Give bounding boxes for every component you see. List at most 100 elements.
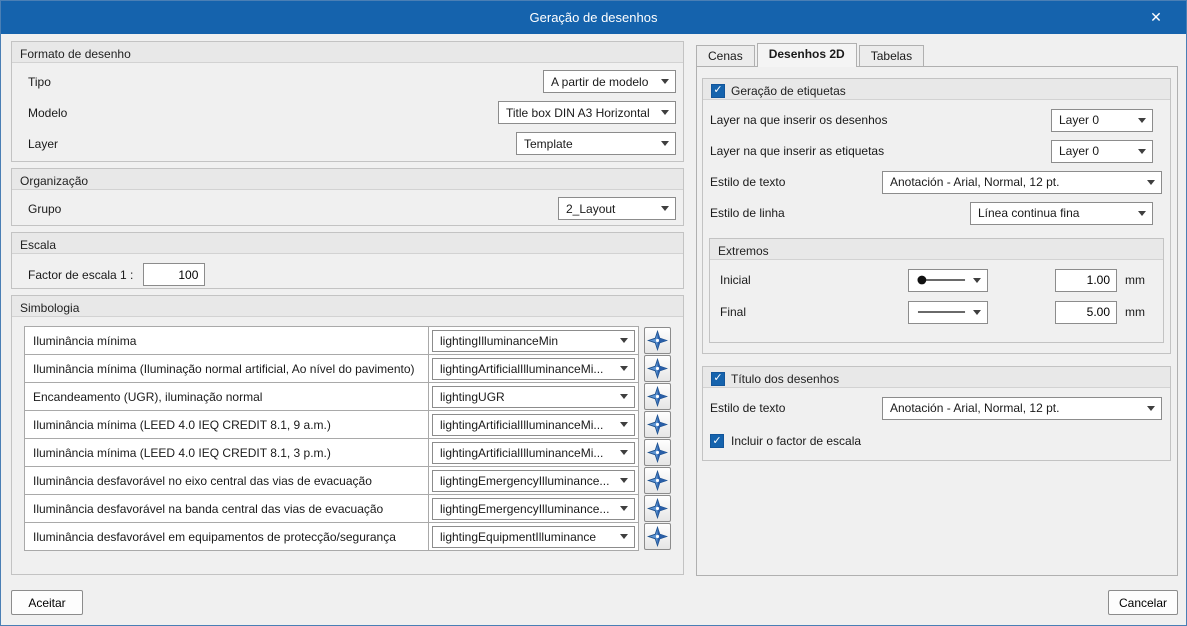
final-mm-input[interactable]: [1055, 300, 1117, 324]
chevron-down-icon: [620, 394, 628, 399]
sym-combobox[interactable]: lightingEquipmentIlluminance: [432, 525, 635, 548]
chevron-down-icon: [620, 422, 628, 427]
tab-cenas[interactable]: Cenas: [696, 45, 755, 67]
row-modelo: Modelo Title box DIN A3 Horizontal: [28, 101, 676, 124]
sym-cell: lightingArtificialIlluminanceMi...: [428, 410, 639, 439]
etiquetas-rows: Layer na que inserir os desenhos Layer 0…: [703, 100, 1170, 234]
sym-combobox[interactable]: lightingIlluminanceMin: [432, 329, 635, 352]
chevron-down-icon: [661, 206, 669, 211]
layer-combobox[interactable]: Template: [516, 132, 676, 155]
sym-combobox[interactable]: lightingArtificialIlluminanceMi...: [432, 357, 635, 380]
tab-tabelas[interactable]: Tabelas: [858, 45, 925, 67]
incluir-escala-checkbox[interactable]: ✓: [710, 434, 724, 448]
sym-value: lightingArtificialIlluminanceMi...: [440, 361, 604, 376]
layer-value: Template: [524, 136, 573, 151]
sym-value: lightingIlluminanceMin: [440, 333, 559, 348]
select-in-model-button[interactable]: [644, 383, 671, 410]
sym-value: lightingEquipmentIlluminance: [440, 529, 597, 544]
right-tabbar: Cenas Desenhos 2D Tabelas: [696, 43, 926, 67]
chevron-down-icon: [1138, 148, 1146, 154]
accept-button[interactable]: Aceitar: [11, 590, 83, 615]
estilo-texto-value: Anotación - Arial, Normal, 12 pt.: [890, 175, 1060, 189]
chevron-down-icon: [973, 277, 981, 283]
table-row: Iluminância mínima (LEED 4.0 IEQ CREDIT …: [24, 438, 683, 467]
inicial-mm-input[interactable]: [1055, 268, 1117, 292]
select-in-model-button[interactable]: [644, 495, 671, 522]
grupo-combobox[interactable]: 2_Layout: [558, 197, 676, 220]
formato-rows: Tipo A partir de modelo Modelo Title box…: [12, 63, 683, 155]
sym-value: lightingEmergencyIlluminance...: [440, 473, 610, 488]
select-in-model-button[interactable]: [644, 327, 671, 354]
select-in-model-button[interactable]: [644, 439, 671, 466]
sym-combobox[interactable]: lightingEmergencyIlluminance...: [432, 497, 635, 520]
incluir-escala-label: Incluir o factor de escala: [731, 434, 862, 448]
extremos-rows: Inicial mm Final: [710, 260, 1163, 342]
final-extremo-combobox[interactable]: [908, 300, 988, 324]
simbologia-table: Iluminância mínima lightingIlluminanceMi…: [12, 317, 683, 551]
compass-icon: [647, 470, 668, 491]
chevron-down-icon: [1138, 210, 1146, 216]
titulo-checkbox[interactable]: ✓: [711, 371, 725, 386]
select-in-model-button[interactable]: [644, 411, 671, 438]
modelo-combobox[interactable]: Title box DIN A3 Horizontal: [498, 101, 676, 124]
table-row: Iluminância mínima (Iluminação normal ar…: [24, 354, 683, 383]
group-etiquetas-header: ✓ Geração de etiquetas: [703, 79, 1170, 100]
estilo-linha-combobox[interactable]: Línea continua fina: [970, 201, 1153, 225]
sym-cell: lightingIlluminanceMin: [428, 326, 639, 355]
sym-cell: lightingEmergencyIlluminance...: [428, 494, 639, 523]
titulo-estilo-texto-value: Anotación - Arial, Normal, 12 pt.: [890, 401, 1060, 415]
sym-combobox[interactable]: lightingUGR: [432, 385, 635, 408]
table-row: Iluminância desfavorável no eixo central…: [24, 466, 683, 495]
sym-label: Iluminância mínima (LEED 4.0 IEQ CREDIT …: [24, 410, 429, 439]
sym-combobox[interactable]: lightingArtificialIlluminanceMi...: [432, 441, 635, 464]
tab-panel-desenhos-2d: ✓ Geração de etiquetas Layer na que inse…: [696, 66, 1178, 576]
chevron-down-icon: [661, 79, 669, 84]
sym-label: Iluminância mínima (Iluminação normal ar…: [24, 354, 429, 383]
chevron-down-icon: [973, 309, 981, 315]
row-inicial: Inicial mm: [720, 268, 1147, 292]
sym-combobox[interactable]: lightingArtificialIlluminanceMi...: [432, 413, 635, 436]
row-layer: Layer Template: [28, 132, 676, 155]
line-symbol-icon: [917, 311, 966, 313]
layer-desenhos-combobox[interactable]: Layer 0: [1051, 108, 1153, 132]
layer-label: Layer: [28, 136, 59, 151]
tab-desenhos-2d[interactable]: Desenhos 2D: [756, 43, 857, 67]
row-factor-escala: Factor de escala 1 :: [12, 254, 683, 286]
estilo-texto-combobox[interactable]: Anotación - Arial, Normal, 12 pt.: [882, 170, 1162, 194]
compass-icon: [647, 358, 668, 379]
group-etiquetas-title: Geração de etiquetas: [731, 83, 846, 98]
row-tipo: Tipo A partir de modelo: [28, 70, 676, 93]
sym-cell: lightingEquipmentIlluminance: [428, 522, 639, 551]
sym-combobox[interactable]: lightingEmergencyIlluminance...: [432, 469, 635, 492]
etiquetas-checkbox[interactable]: ✓: [711, 83, 725, 98]
group-titulo-header: ✓ Título dos desenhos: [703, 367, 1170, 388]
dot-line-symbol-icon: [917, 275, 966, 285]
titulo-estilo-texto-combobox[interactable]: Anotación - Arial, Normal, 12 pt.: [882, 396, 1162, 420]
group-formato-de-desenho: Formato de desenho Tipo A partir de mode…: [11, 41, 684, 162]
cancel-button[interactable]: Cancelar: [1108, 590, 1178, 615]
titlebar: Geração de desenhos ✕: [1, 1, 1186, 34]
modelo-label: Modelo: [28, 105, 68, 120]
estilo-texto-label: Estilo de texto: [710, 175, 786, 189]
check-icon: ✓: [713, 84, 723, 96]
row-estilo-linha: Estilo de linha Línea continua fina: [710, 201, 1162, 225]
group-escala: Escala Factor de escala 1 :: [11, 232, 684, 289]
chevron-down-icon: [1147, 179, 1155, 185]
layer-etiquetas-combobox[interactable]: Layer 0: [1051, 139, 1153, 163]
sym-value: lightingEmergencyIlluminance...: [440, 501, 610, 516]
tipo-combobox[interactable]: A partir de modelo: [543, 70, 676, 93]
sym-label: Iluminância mínima (LEED 4.0 IEQ CREDIT …: [24, 438, 429, 467]
estilo-linha-value: Línea continua fina: [978, 206, 1080, 220]
sym-cell: lightingUGR: [428, 382, 639, 411]
close-button[interactable]: ✕: [1140, 1, 1172, 34]
table-row: Iluminância mínima (LEED 4.0 IEQ CREDIT …: [24, 410, 683, 439]
factor-escala-input[interactable]: [143, 263, 206, 286]
select-in-model-button[interactable]: [644, 355, 671, 382]
inicial-extremo-combobox[interactable]: [908, 268, 988, 292]
group-formato-title: Formato de desenho: [12, 42, 683, 63]
select-in-model-button[interactable]: [644, 467, 671, 494]
layer-desenhos-label: Layer na que inserir os desenhos: [710, 113, 888, 127]
group-titulo-title: Título dos desenhos: [731, 371, 840, 386]
select-in-model-button[interactable]: [644, 523, 671, 550]
titulo-estilo-texto-label: Estilo de texto: [710, 401, 786, 415]
